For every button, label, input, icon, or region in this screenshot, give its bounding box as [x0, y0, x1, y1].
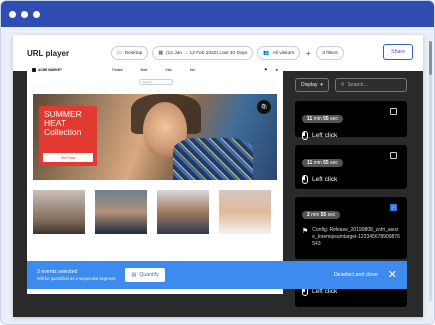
user-icon: ● [275, 67, 278, 72]
events-search-input[interactable] [347, 82, 403, 88]
event-label: Left click [312, 288, 338, 295]
event-time-min: 2 [307, 212, 310, 218]
hero-image-shirt [173, 138, 253, 180]
promo-text: SUMMER HEAT Collection [44, 109, 82, 137]
date-filter-label: (12 Jan → 12 Feb 2020) Last 30 Days [166, 50, 248, 56]
filters-count-button[interactable]: 3 filters [316, 46, 344, 60]
site-nav-icons: ⚑ ● [264, 67, 278, 72]
desktop-icon: ▭ [117, 50, 122, 56]
window-minimize-dot[interactable] [21, 10, 28, 18]
mouse-click-icon [302, 131, 308, 140]
replayed-website: ACME MARKET Female Male Kids Info ⚑ ● Se… [27, 64, 283, 294]
bag-icon [32, 67, 36, 72]
selection-subtitle: Will be quantified as a sequential segme… [37, 276, 116, 281]
event-row: Left click [302, 175, 400, 184]
display-dropdown[interactable]: Display ▾ [295, 78, 329, 92]
event-time-min: 11 [307, 116, 313, 122]
share-button[interactable]: Share [383, 44, 413, 60]
users-icon: 👥 [263, 50, 270, 56]
site-brand: ACME MARKET [38, 67, 62, 72]
chevron-down-icon: ▾ [320, 82, 323, 88]
event-label: Config: Release_20190808_zofri_asoze_lor… [312, 227, 400, 247]
page-title: URL player [27, 48, 70, 58]
site-search-placeholder: Search [143, 80, 152, 84]
visitors-filter[interactable]: 👥 All visitors [257, 46, 301, 60]
promo-box: SUMMER HEAT Collection See Now [39, 106, 97, 166]
flag-icon: ⚑ [263, 67, 268, 72]
page-scrollbar[interactable] [429, 41, 432, 301]
mouse-click-icon [302, 175, 308, 184]
site-nav-link: Female [112, 67, 123, 72]
events-search[interactable]: ⚲ [334, 78, 407, 92]
window-maximize-dot[interactable] [33, 10, 40, 18]
site-logo: ACME MARKET [32, 67, 92, 72]
selection-info: 3 events selected Will be quantified as … [37, 269, 115, 281]
see-now-button: See Now [43, 153, 93, 162]
flag-icon: ⚑ [302, 228, 309, 235]
browser-window: URL player ▭ Desktop ▦ (12 Jan → 12 Feb … [0, 0, 435, 325]
filters-count-label: 3 filters [322, 50, 338, 56]
events-toolbar: Display ▾ ⚲ [295, 78, 407, 92]
event-card[interactable]: 11 min 55 sec Left click [295, 145, 407, 189]
device-filter[interactable]: ▭ Desktop [111, 46, 149, 60]
product-thumbnail [157, 190, 209, 234]
site-nav-link: Male [140, 67, 148, 72]
event-timestamp: 2 min 55 sec [302, 211, 341, 219]
window-close-dot[interactable] [9, 10, 16, 18]
search-icon: ⚲ [340, 82, 345, 88]
event-card[interactable]: 11 min 55 sec Left click [295, 101, 407, 140]
hero-banner: SUMMER HEAT Collection See Now 🛍 [33, 94, 277, 180]
device-filter-label: Desktop [124, 50, 143, 56]
display-dropdown-label: Display [301, 82, 318, 88]
selection-title: 3 events selected [37, 269, 78, 275]
visitors-filter-label: All visitors [272, 50, 295, 56]
site-search: Search [139, 79, 173, 85]
product-thumbnail [219, 190, 271, 234]
quantify-button[interactable]: ▤ Quantify [125, 268, 165, 282]
window-titlebar [1, 1, 434, 27]
event-label: Left click [312, 132, 338, 139]
cart-icon: 🛍 [257, 100, 271, 114]
event-checkbox[interactable] [390, 152, 397, 159]
site-nav: ACME MARKET Female Male Kids Info ⚑ ● [27, 64, 283, 75]
deselect-and-close-link[interactable]: Deselect and close [334, 272, 378, 278]
site-nav-link: Kids [165, 67, 172, 72]
event-time-min: 11 [307, 160, 313, 166]
product-thumbnails [33, 190, 277, 234]
event-row: ⚑ Config: Release_20190808_zofri_asoze_l… [302, 227, 400, 248]
event-row: Left click [302, 131, 400, 140]
event-checkbox[interactable]: ✓ [390, 204, 397, 211]
quantify-label: Quantify [139, 272, 159, 278]
site-nav-link: Info [189, 67, 196, 72]
product-thumbnail [95, 190, 147, 234]
close-icon[interactable]: ✕ [388, 269, 397, 281]
event-time-sec: 55 [323, 116, 329, 122]
event-checkbox[interactable] [390, 108, 397, 115]
event-timestamp: 11 min 55 sec [302, 159, 343, 167]
event-card[interactable]: 2 min 55 sec ✓ ⚑ Config: Release_2019080… [295, 197, 407, 259]
quantify-icon: ▤ [131, 272, 137, 278]
selection-bar: 3 events selected Will be quantified as … [27, 261, 407, 289]
date-filter[interactable]: ▦ (12 Jan → 12 Feb 2020) Last 30 Days [152, 46, 254, 60]
event-timestamp: 11 min 55 sec [302, 115, 343, 123]
filter-bar: ▭ Desktop ▦ (12 Jan → 12 Feb 2020) Last … [111, 46, 344, 60]
calendar-icon: ▦ [158, 50, 164, 56]
site-nav-links: Female Male Kids Info [112, 68, 195, 72]
add-filter-button[interactable]: + [304, 49, 312, 58]
product-thumbnail [33, 190, 85, 234]
event-time-sec: 55 [323, 160, 329, 166]
event-label: Left click [312, 176, 338, 183]
event-time-sec: 55 [320, 212, 327, 218]
